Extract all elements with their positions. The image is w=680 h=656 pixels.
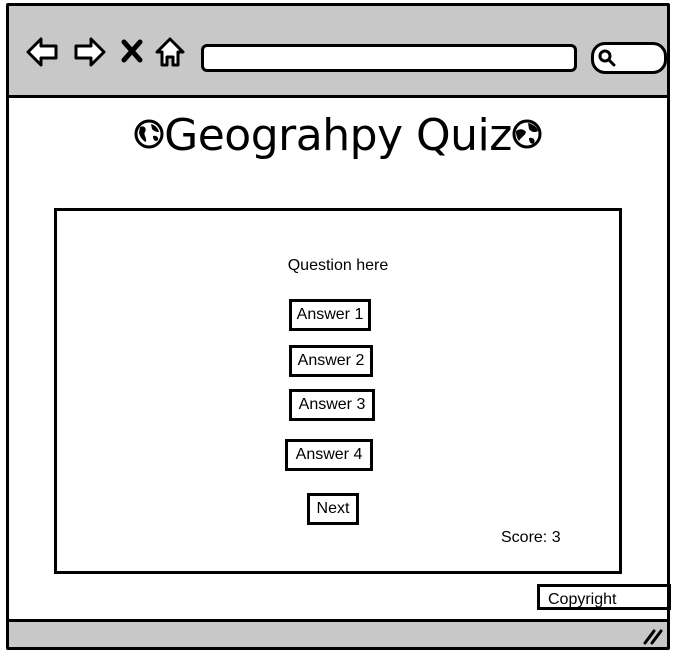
answer-4-button[interactable]: Answer 4 [285, 439, 373, 471]
answer-3-button[interactable]: Answer 3 [289, 389, 375, 421]
globe-icon [512, 119, 542, 149]
page-title: Geograhpy Quiz [9, 110, 667, 161]
globe-icon [134, 119, 164, 149]
next-button[interactable]: Next [307, 493, 359, 525]
forward-arrow-icon[interactable] [73, 35, 107, 69]
score-text: Score: 3 [501, 529, 561, 546]
search-icon [598, 49, 616, 67]
question-text: Question here [287, 257, 389, 274]
close-icon[interactable] [119, 35, 145, 69]
browser-toolbar [9, 6, 667, 98]
home-icon[interactable] [153, 35, 187, 69]
page-title-text: Geograhpy Quiz [164, 110, 512, 161]
browser-window: Geograhpy Quiz Question here Answer 1 An… [6, 3, 671, 650]
status-bar [9, 619, 667, 647]
back-arrow-icon[interactable] [25, 35, 59, 69]
answer-1-button[interactable]: Answer 1 [289, 299, 371, 331]
answer-2-button[interactable]: Answer 2 [289, 345, 373, 377]
search-input[interactable] [591, 42, 667, 74]
quiz-panel: Question here Answer 1 Answer 2 Answer 3… [54, 208, 622, 574]
copyright-label: Copyright [537, 584, 671, 610]
address-bar[interactable] [201, 44, 577, 72]
resize-grip-icon[interactable] [643, 627, 663, 645]
